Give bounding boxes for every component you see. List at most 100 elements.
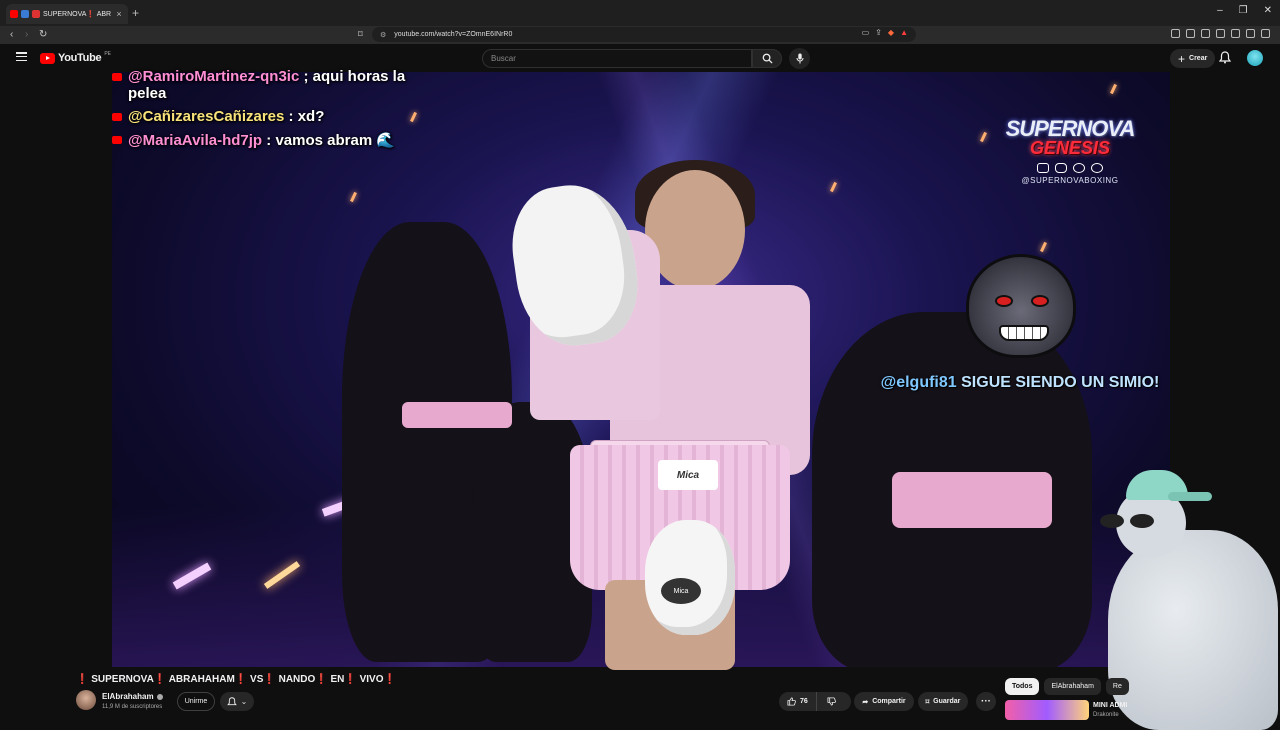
- extension-icon-1[interactable]: [1171, 29, 1180, 38]
- gorilla-eye: [995, 295, 1013, 307]
- minimize-icon[interactable]: –: [1217, 5, 1223, 16]
- boxing-glove-lower: [645, 520, 735, 635]
- thumbs-up-icon: [787, 697, 796, 706]
- boxer-head: [645, 170, 745, 290]
- voice-search-button[interactable]: [789, 48, 810, 69]
- channel-name-row[interactable]: ElAbrahaham: [102, 692, 163, 701]
- country-code: PE: [104, 51, 111, 57]
- youtube-favicon-icon: [10, 10, 18, 18]
- chat-username: @RamiroMartinez-qn3ic: [128, 68, 300, 85]
- site-info-icon[interactable]: ⚙: [380, 31, 386, 39]
- browser-tab-active[interactable]: SUPERNOVA❗ ABRAHAHAM❗ ×: [6, 4, 128, 24]
- more-actions-button[interactable]: ···: [976, 692, 996, 711]
- restore-icon[interactable]: ❐: [1239, 5, 1248, 16]
- chip-related[interactable]: Re: [1105, 678, 1129, 695]
- instagram-icon: [1055, 163, 1067, 173]
- cast-icon[interactable]: ▭: [862, 28, 870, 37]
- supernova-event-logo: SUPERNOVA GENESIS @SUPERNOVABOXING: [1005, 116, 1136, 185]
- forward-icon[interactable]: ›: [25, 29, 28, 40]
- bookmark-icon[interactable]: ⌑: [358, 29, 363, 40]
- search-box[interactable]: [482, 49, 752, 68]
- skirt-name-patch: Mica: [658, 460, 718, 490]
- facebook-icon: [1091, 163, 1103, 173]
- chat-message: @CañizaresCañizares : xd?: [112, 108, 442, 125]
- share-label: Compartir: [872, 698, 906, 705]
- pigeon-sunglasses-icon: [1100, 514, 1160, 528]
- social-icons: [1005, 163, 1135, 173]
- search-button[interactable]: [752, 49, 782, 68]
- recommended-video-title[interactable]: MINI ADMI: [1093, 702, 1127, 709]
- tab-status-icon: [32, 10, 40, 18]
- gorilla-teeth: [999, 325, 1049, 341]
- menu-icon[interactable]: [1261, 29, 1270, 38]
- window-close-icon[interactable]: ✕: [1264, 5, 1272, 16]
- chip-channel[interactable]: ElAbrahaham: [1044, 678, 1101, 695]
- like-dislike-group: 76: [779, 692, 851, 711]
- back-icon[interactable]: ‹: [10, 29, 13, 40]
- dislike-button[interactable]: [817, 692, 846, 711]
- chat-text: : xd?: [284, 108, 325, 125]
- browser-tabstrip: SUPERNOVA❗ ABRAHAHAM❗ × + – ❐ ✕: [0, 0, 1280, 26]
- event-social-handle: @SUPERNOVABOXING: [1021, 176, 1119, 185]
- like-button[interactable]: 76: [779, 692, 817, 711]
- reload-icon[interactable]: ↻: [39, 29, 47, 40]
- create-label: Crear: [1189, 55, 1208, 62]
- donation-username: @elgufi81: [880, 374, 957, 391]
- tab-close-icon[interactable]: ×: [114, 9, 124, 19]
- tab-audio-icon: [21, 10, 29, 18]
- related-filter-chips: Todos ElAbrahaham Re: [1005, 678, 1129, 695]
- extension-icon-2[interactable]: [1186, 29, 1195, 38]
- browser-tab-title: SUPERNOVA❗ ABRAHAHAM❗: [43, 11, 111, 18]
- account-avatar[interactable]: [1247, 50, 1263, 66]
- verified-badge-icon: [156, 693, 163, 700]
- share-page-icon[interactable]: ⇪: [875, 28, 882, 37]
- pigeon-cap-brim: [1168, 492, 1212, 501]
- thumbs-down-icon: [827, 697, 836, 706]
- subscription-bell-button[interactable]: ⌄: [220, 692, 254, 711]
- plus-icon: +: [1178, 51, 1186, 66]
- bookmark-save-icon: ⌑: [925, 698, 930, 706]
- share-button[interactable]: ➦ Compartir: [854, 692, 914, 711]
- subscriber-count: 11,9 M de suscriptores: [102, 704, 163, 710]
- donation-alert: @elgufi81 SIGUE SIENDO UN SIMIO!: [880, 372, 1160, 394]
- chat-message: @RamiroMartinez-qn3ic ; aqui horas la pe…: [112, 68, 442, 102]
- rewards-icon[interactable]: ▲: [900, 28, 908, 37]
- search-icon: [762, 53, 773, 64]
- youtube-wordmark: YouTube: [58, 52, 102, 64]
- music-icon[interactable]: [1201, 29, 1210, 38]
- youtube-logo[interactable]: YouTube PE: [40, 51, 111, 64]
- video-title: ❗ SUPERNOVA❗ ABRAHAHAM❗ VS❗ NANDO❗ EN❗ V…: [76, 674, 396, 685]
- chip-todos[interactable]: Todos: [1005, 678, 1040, 695]
- dancer-pink-top: [402, 402, 512, 428]
- notifications-bell-icon[interactable]: [1219, 51, 1231, 64]
- gorilla-eye: [1031, 295, 1049, 307]
- pigeon-body: [1108, 530, 1278, 730]
- recommended-video-channel[interactable]: Drakonite: [1093, 712, 1119, 718]
- vpn-icon[interactable]: [1246, 29, 1255, 38]
- join-button[interactable]: Unirme: [177, 692, 215, 711]
- address-bar[interactable]: ⚙ youtube.com/watch?v=ZOmnE6INrR0 ▭ ⇪ ◆ …: [372, 27, 916, 42]
- extensions-toolbar: [1171, 29, 1270, 38]
- create-button[interactable]: + Crear: [1170, 49, 1216, 68]
- dancer-pink-top: [892, 472, 1052, 528]
- channel-name[interactable]: ElAbrahaham: [102, 692, 154, 701]
- window-controls: – ❐ ✕: [1217, 5, 1272, 16]
- share-icon: ➦: [862, 698, 869, 706]
- microphone-icon: [796, 53, 803, 64]
- chat-text: : vamos abram 🌊: [262, 132, 395, 149]
- brave-shield-icon[interactable]: ◆: [888, 28, 894, 37]
- channel-avatar[interactable]: [76, 690, 96, 710]
- youtube-icon: [1037, 163, 1049, 173]
- sidebar-icon[interactable]: [1216, 29, 1225, 38]
- search-input[interactable]: [491, 54, 751, 63]
- live-chat-overlay: @RamiroMartinez-qn3ic ; aqui horas la pe…: [112, 68, 442, 155]
- more-icon: ···: [981, 696, 991, 707]
- new-tab-button[interactable]: +: [132, 6, 139, 20]
- youtube-chat-icon: [112, 73, 122, 81]
- bell-icon: [226, 696, 237, 705]
- chat-username: @CañizaresCañizares: [128, 108, 285, 125]
- hamburger-menu-icon[interactable]: [16, 52, 27, 61]
- save-button[interactable]: ⌑ Guardar: [918, 692, 968, 711]
- wallet-icon[interactable]: [1231, 29, 1240, 38]
- recommended-video-thumbnail[interactable]: [1005, 700, 1089, 720]
